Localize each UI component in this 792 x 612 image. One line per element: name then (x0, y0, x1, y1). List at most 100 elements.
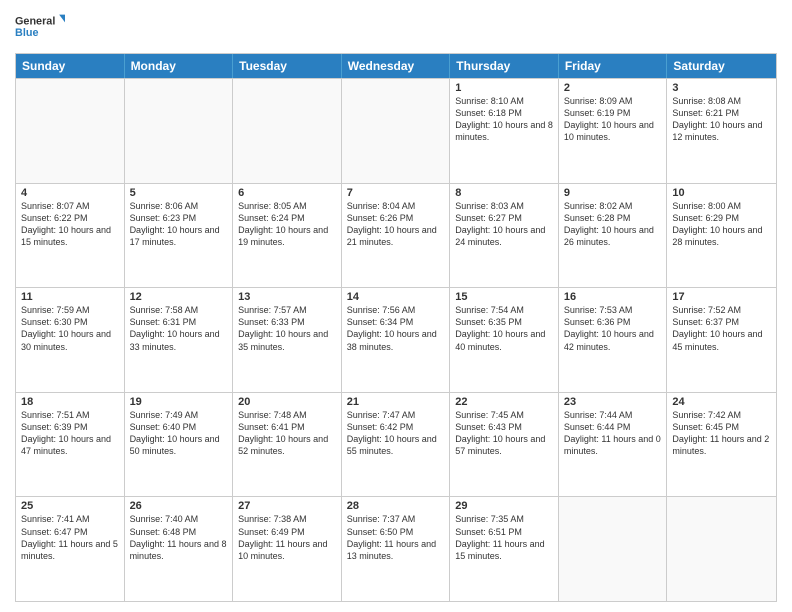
day-info: Sunrise: 7:42 AM Sunset: 6:45 PM Dayligh… (672, 409, 771, 458)
calendar-day-cell: 19Sunrise: 7:49 AM Sunset: 6:40 PM Dayli… (125, 393, 234, 497)
weekday-header: Friday (559, 54, 668, 78)
day-info: Sunrise: 7:38 AM Sunset: 6:49 PM Dayligh… (238, 513, 336, 562)
calendar-day-cell: 21Sunrise: 7:47 AM Sunset: 6:42 PM Dayli… (342, 393, 451, 497)
calendar-day-cell: 10Sunrise: 8:00 AM Sunset: 6:29 PM Dayli… (667, 184, 776, 288)
calendar-row: 11Sunrise: 7:59 AM Sunset: 6:30 PM Dayli… (16, 287, 776, 392)
day-number: 29 (455, 500, 553, 512)
calendar-day-cell: 29Sunrise: 7:35 AM Sunset: 6:51 PM Dayli… (450, 497, 559, 601)
calendar-day-cell: 25Sunrise: 7:41 AM Sunset: 6:47 PM Dayli… (16, 497, 125, 601)
day-info: Sunrise: 7:41 AM Sunset: 6:47 PM Dayligh… (21, 513, 119, 562)
day-info: Sunrise: 8:09 AM Sunset: 6:19 PM Dayligh… (564, 95, 662, 144)
weekday-header: Sunday (16, 54, 125, 78)
calendar-day-cell: 27Sunrise: 7:38 AM Sunset: 6:49 PM Dayli… (233, 497, 342, 601)
day-info: Sunrise: 7:57 AM Sunset: 6:33 PM Dayligh… (238, 304, 336, 353)
day-number: 16 (564, 291, 662, 303)
logo-svg: General Blue (15, 10, 65, 45)
day-number: 21 (347, 396, 445, 408)
day-number: 18 (21, 396, 119, 408)
day-info: Sunrise: 7:45 AM Sunset: 6:43 PM Dayligh… (455, 409, 553, 458)
day-info: Sunrise: 8:07 AM Sunset: 6:22 PM Dayligh… (21, 200, 119, 249)
day-number: 8 (455, 187, 553, 199)
day-number: 5 (130, 187, 228, 199)
day-number: 14 (347, 291, 445, 303)
calendar-row: 4Sunrise: 8:07 AM Sunset: 6:22 PM Daylig… (16, 183, 776, 288)
day-number: 11 (21, 291, 119, 303)
weekday-header: Tuesday (233, 54, 342, 78)
day-number: 24 (672, 396, 771, 408)
calendar-day-cell: 6Sunrise: 8:05 AM Sunset: 6:24 PM Daylig… (233, 184, 342, 288)
calendar-empty-cell (667, 497, 776, 601)
calendar-empty-cell (125, 79, 234, 183)
calendar-row: 18Sunrise: 7:51 AM Sunset: 6:39 PM Dayli… (16, 392, 776, 497)
day-number: 27 (238, 500, 336, 512)
day-number: 23 (564, 396, 662, 408)
day-info: Sunrise: 7:59 AM Sunset: 6:30 PM Dayligh… (21, 304, 119, 353)
calendar-row: 25Sunrise: 7:41 AM Sunset: 6:47 PM Dayli… (16, 496, 776, 601)
calendar-empty-cell (16, 79, 125, 183)
day-number: 10 (672, 187, 771, 199)
calendar-day-cell: 8Sunrise: 8:03 AM Sunset: 6:27 PM Daylig… (450, 184, 559, 288)
day-number: 26 (130, 500, 228, 512)
day-number: 6 (238, 187, 336, 199)
day-number: 4 (21, 187, 119, 199)
day-number: 19 (130, 396, 228, 408)
calendar-day-cell: 26Sunrise: 7:40 AM Sunset: 6:48 PM Dayli… (125, 497, 234, 601)
calendar-day-cell: 2Sunrise: 8:09 AM Sunset: 6:19 PM Daylig… (559, 79, 668, 183)
weekday-header: Monday (125, 54, 234, 78)
calendar-day-cell: 20Sunrise: 7:48 AM Sunset: 6:41 PM Dayli… (233, 393, 342, 497)
calendar-day-cell: 28Sunrise: 7:37 AM Sunset: 6:50 PM Dayli… (342, 497, 451, 601)
day-info: Sunrise: 8:00 AM Sunset: 6:29 PM Dayligh… (672, 200, 771, 249)
calendar-day-cell: 12Sunrise: 7:58 AM Sunset: 6:31 PM Dayli… (125, 288, 234, 392)
calendar-header: SundayMondayTuesdayWednesdayThursdayFrid… (16, 54, 776, 78)
day-info: Sunrise: 7:52 AM Sunset: 6:37 PM Dayligh… (672, 304, 771, 353)
calendar-day-cell: 18Sunrise: 7:51 AM Sunset: 6:39 PM Dayli… (16, 393, 125, 497)
calendar-day-cell: 9Sunrise: 8:02 AM Sunset: 6:28 PM Daylig… (559, 184, 668, 288)
day-info: Sunrise: 8:02 AM Sunset: 6:28 PM Dayligh… (564, 200, 662, 249)
calendar-day-cell: 15Sunrise: 7:54 AM Sunset: 6:35 PM Dayli… (450, 288, 559, 392)
day-info: Sunrise: 8:08 AM Sunset: 6:21 PM Dayligh… (672, 95, 771, 144)
calendar-day-cell: 22Sunrise: 7:45 AM Sunset: 6:43 PM Dayli… (450, 393, 559, 497)
day-info: Sunrise: 7:49 AM Sunset: 6:40 PM Dayligh… (130, 409, 228, 458)
day-number: 17 (672, 291, 771, 303)
calendar-day-cell: 14Sunrise: 7:56 AM Sunset: 6:34 PM Dayli… (342, 288, 451, 392)
calendar-body: 1Sunrise: 8:10 AM Sunset: 6:18 PM Daylig… (16, 78, 776, 601)
calendar-day-cell: 5Sunrise: 8:06 AM Sunset: 6:23 PM Daylig… (125, 184, 234, 288)
day-number: 22 (455, 396, 553, 408)
svg-text:General: General (15, 16, 55, 28)
calendar-day-cell: 3Sunrise: 8:08 AM Sunset: 6:21 PM Daylig… (667, 79, 776, 183)
calendar-empty-cell (342, 79, 451, 183)
day-number: 3 (672, 82, 771, 94)
day-info: Sunrise: 7:56 AM Sunset: 6:34 PM Dayligh… (347, 304, 445, 353)
day-info: Sunrise: 8:05 AM Sunset: 6:24 PM Dayligh… (238, 200, 336, 249)
day-info: Sunrise: 8:04 AM Sunset: 6:26 PM Dayligh… (347, 200, 445, 249)
logo: General Blue (15, 10, 65, 45)
weekday-header: Wednesday (342, 54, 451, 78)
calendar-day-cell: 4Sunrise: 8:07 AM Sunset: 6:22 PM Daylig… (16, 184, 125, 288)
header: General Blue (15, 10, 777, 45)
calendar-empty-cell (233, 79, 342, 183)
day-info: Sunrise: 8:10 AM Sunset: 6:18 PM Dayligh… (455, 95, 553, 144)
calendar-day-cell: 1Sunrise: 8:10 AM Sunset: 6:18 PM Daylig… (450, 79, 559, 183)
calendar-day-cell: 17Sunrise: 7:52 AM Sunset: 6:37 PM Dayli… (667, 288, 776, 392)
calendar-day-cell: 16Sunrise: 7:53 AM Sunset: 6:36 PM Dayli… (559, 288, 668, 392)
calendar-row: 1Sunrise: 8:10 AM Sunset: 6:18 PM Daylig… (16, 78, 776, 183)
day-info: Sunrise: 8:03 AM Sunset: 6:27 PM Dayligh… (455, 200, 553, 249)
calendar-day-cell: 7Sunrise: 8:04 AM Sunset: 6:26 PM Daylig… (342, 184, 451, 288)
day-number: 28 (347, 500, 445, 512)
day-number: 9 (564, 187, 662, 199)
svg-text:Blue: Blue (15, 27, 38, 39)
day-number: 20 (238, 396, 336, 408)
calendar-day-cell: 23Sunrise: 7:44 AM Sunset: 6:44 PM Dayli… (559, 393, 668, 497)
day-info: Sunrise: 7:40 AM Sunset: 6:48 PM Dayligh… (130, 513, 228, 562)
day-info: Sunrise: 7:51 AM Sunset: 6:39 PM Dayligh… (21, 409, 119, 458)
day-number: 12 (130, 291, 228, 303)
day-number: 7 (347, 187, 445, 199)
day-info: Sunrise: 7:54 AM Sunset: 6:35 PM Dayligh… (455, 304, 553, 353)
day-info: Sunrise: 7:47 AM Sunset: 6:42 PM Dayligh… (347, 409, 445, 458)
day-number: 1 (455, 82, 553, 94)
page: General Blue SundayMondayTuesdayWednesda… (0, 0, 792, 612)
calendar-day-cell: 11Sunrise: 7:59 AM Sunset: 6:30 PM Dayli… (16, 288, 125, 392)
weekday-header: Saturday (667, 54, 776, 78)
calendar-day-cell: 13Sunrise: 7:57 AM Sunset: 6:33 PM Dayli… (233, 288, 342, 392)
day-info: Sunrise: 7:35 AM Sunset: 6:51 PM Dayligh… (455, 513, 553, 562)
